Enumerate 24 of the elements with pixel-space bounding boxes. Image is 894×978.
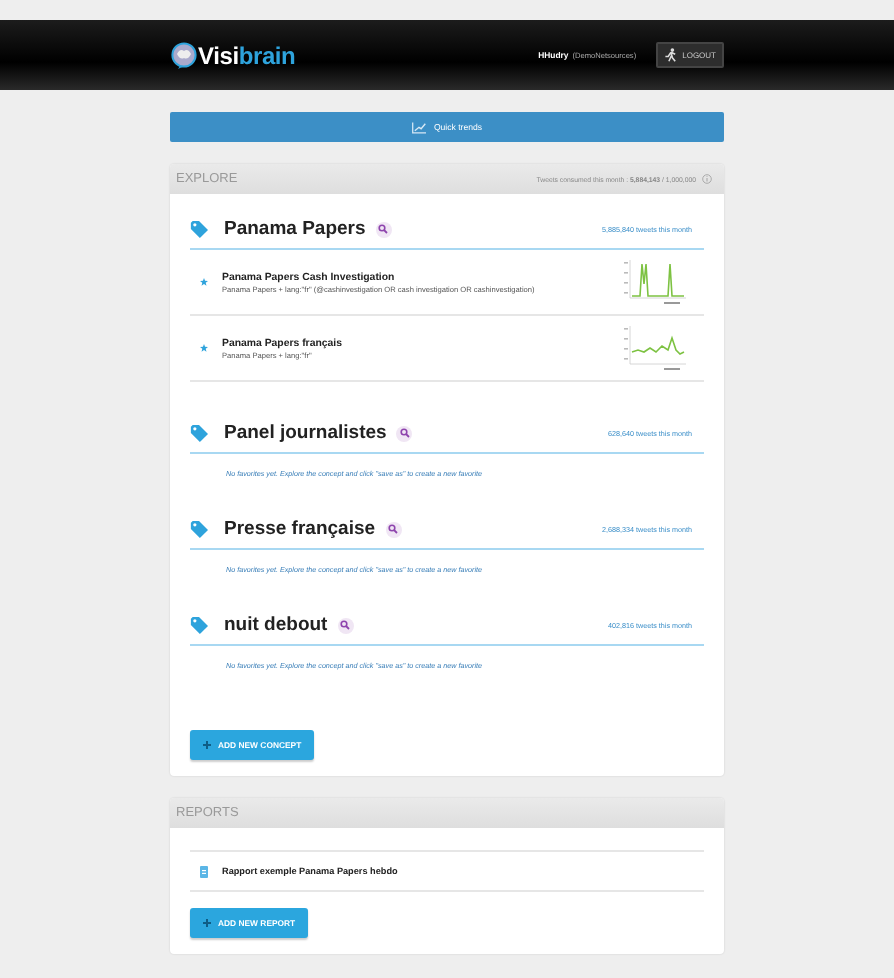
tag-icon [190, 220, 208, 238]
concept-title[interactable]: nuit debout [224, 614, 328, 636]
tag-icon [190, 616, 208, 634]
star-icon [200, 278, 208, 286]
plus-icon [202, 740, 212, 750]
concept-title[interactable]: Panel journalistes [224, 422, 387, 444]
trend-sparkline [624, 256, 688, 308]
line-chart-icon [411, 121, 426, 133]
trend-sparkline [624, 322, 688, 374]
plus-icon [202, 918, 212, 928]
logo-wordmark: Visibrain [198, 41, 296, 69]
search-button[interactable] [375, 221, 392, 237]
concept-title[interactable]: Panama Papers [224, 218, 366, 240]
search-button[interactable] [385, 521, 402, 537]
info-icon [702, 174, 712, 184]
concept-title[interactable]: Presse française [224, 518, 376, 540]
tag-icon [190, 424, 208, 442]
star-icon [200, 344, 208, 352]
brain-logo-icon [170, 41, 198, 69]
search-button[interactable] [396, 425, 413, 441]
search-button[interactable] [337, 617, 354, 633]
running-figure-icon [664, 48, 679, 62]
document-icon [200, 865, 208, 877]
tag-icon [190, 520, 208, 538]
